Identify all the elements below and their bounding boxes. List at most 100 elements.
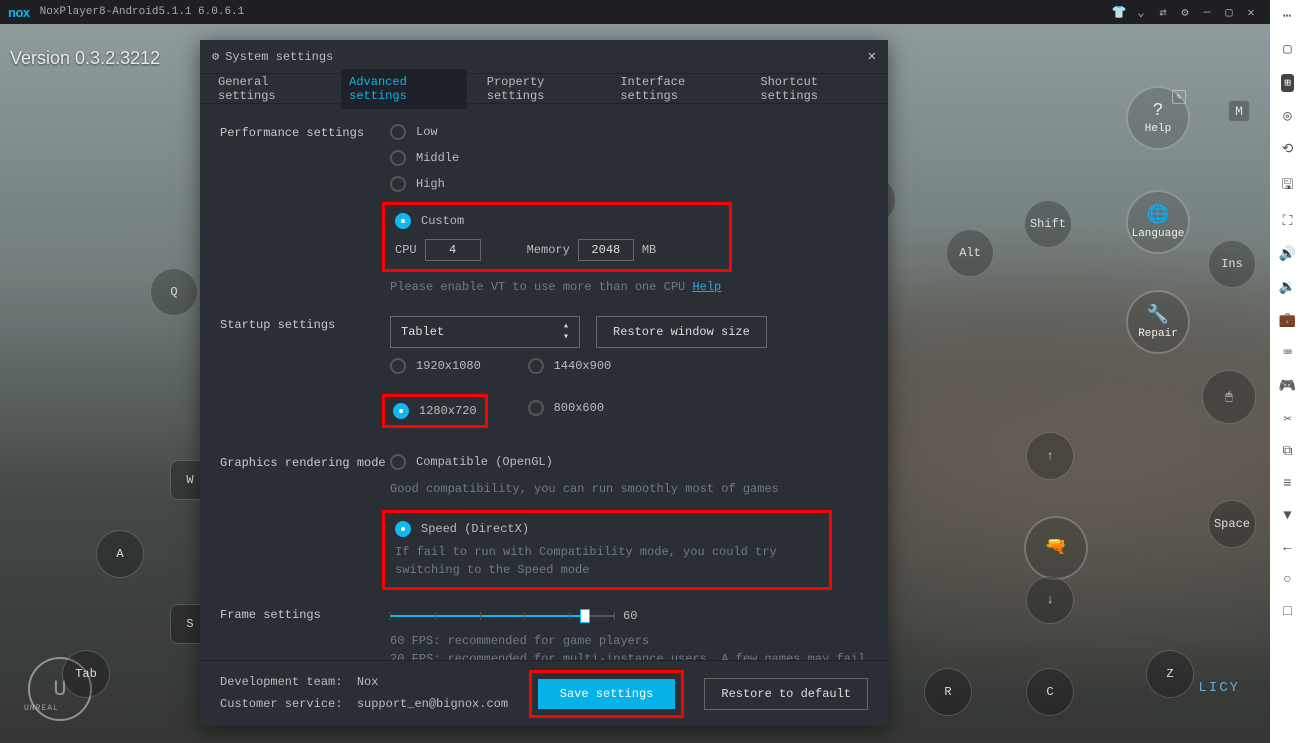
key-m[interactable]: M [1228, 100, 1250, 122]
back-icon[interactable]: ← [1283, 540, 1291, 556]
more-icon[interactable]: ⋯ [1283, 8, 1292, 25]
res-800x600-radio[interactable]: 800x600 [528, 400, 612, 416]
volume-up-icon[interactable]: 🔊 [1279, 246, 1296, 263]
memory-input[interactable] [578, 239, 634, 261]
perf-high-radio[interactable]: High [390, 176, 868, 192]
volume-down-icon[interactable]: 🔉 [1279, 279, 1296, 296]
down-icon[interactable]: ▼ [1283, 508, 1291, 524]
settings-dialog: ⚙ System settings ✕ General settings Adv… [200, 40, 888, 726]
cpu-input[interactable] [425, 239, 481, 261]
key-q[interactable]: Q [150, 268, 198, 316]
res-1440x900-radio[interactable]: 1440x900 [528, 358, 612, 374]
maximize-icon[interactable]: ▢ [1218, 5, 1240, 20]
restore-window-button[interactable]: Restore window size [596, 316, 767, 348]
tab-general[interactable]: General settings [214, 69, 325, 109]
dev-team-label: Development team: [220, 675, 342, 689]
scissors-icon[interactable]: ✂ [1283, 411, 1291, 428]
titlebar-text: NoxPlayer8-Android5.1.1 6.0.6.1 [40, 6, 245, 18]
key-alt[interactable]: Alt [946, 229, 994, 277]
dialog-footer: Development team: Nox Customer service: … [200, 660, 888, 726]
key-r[interactable]: R [924, 668, 972, 716]
repair-button[interactable]: 🔧Repair [1126, 290, 1190, 354]
fps-value: 60 [623, 609, 637, 623]
arrow-down-icon[interactable]: ↓ [1026, 576, 1074, 624]
tab-advanced[interactable]: Advanced settings [341, 69, 467, 109]
res-1280x720-radio[interactable]: 1280x720 [393, 403, 477, 419]
key-space[interactable]: Space [1208, 500, 1256, 548]
customer-service-label: Customer service: [220, 697, 342, 711]
highlight-directx: Speed (DirectX) If fail to run with Comp… [382, 510, 832, 590]
menu-icon[interactable]: ≡ [1283, 476, 1291, 492]
save-icon[interactable]: 🖫 [1282, 174, 1294, 198]
game-version: Version 0.3.2.3212 [10, 48, 160, 69]
keyboard-icon[interactable]: ⌨ [1283, 345, 1291, 362]
globe-icon: 🌐 [1147, 204, 1169, 226]
fullscreen-icon[interactable]: ⛶ [1283, 214, 1293, 230]
memory-unit: MB [642, 243, 656, 257]
share-icon[interactable]: ⇄ [1152, 5, 1174, 20]
help-button[interactable]: ?Help✎ [1126, 86, 1190, 150]
minimize-icon[interactable]: — [1196, 5, 1218, 19]
highlight-save: Save settings [529, 670, 685, 718]
res-1920x1080-radio[interactable]: 1920x1080 [390, 358, 488, 374]
device-icon[interactable]: ▢ [1283, 41, 1291, 58]
tab-interface[interactable]: Interface settings [616, 69, 740, 109]
gear-icon: ⚙ [212, 49, 219, 64]
customer-service-value: support_en@bignox.com [357, 697, 508, 711]
tab-shortcut[interactable]: Shortcut settings [756, 69, 874, 109]
key-z[interactable]: Z [1146, 650, 1194, 698]
dialog-close-button[interactable]: ✕ [868, 48, 876, 65]
key-shift[interactable]: Shift [1024, 200, 1072, 248]
save-settings-button[interactable]: Save settings [538, 679, 676, 709]
key-tab[interactable]: Tab [62, 650, 110, 698]
shirt-icon[interactable]: 👕 [1108, 5, 1130, 20]
highlight-custom: Custom CPU Memory MB [382, 202, 732, 272]
license-link[interactable]: LICY [1198, 680, 1240, 696]
fps-slider[interactable] [390, 606, 615, 626]
key-c[interactable]: C [1026, 668, 1074, 716]
select-chevron-icon: ▴▾ [563, 322, 569, 343]
perf-middle-radio[interactable]: Middle [390, 150, 868, 166]
arrow-up-icon[interactable]: ↑ [1026, 432, 1074, 480]
titlebar: nox NoxPlayer8-Android5.1.1 6.0.6.1 👕 ⌄ … [0, 0, 1270, 24]
key-a[interactable]: A [96, 530, 144, 578]
key-ins[interactable]: Ins [1208, 240, 1256, 288]
perf-custom-radio[interactable]: Custom [395, 213, 719, 229]
frame-label: Frame settings [220, 606, 390, 622]
gamepad-icon[interactable]: 🎮 [1279, 378, 1296, 395]
dev-team-value: Nox [357, 675, 379, 689]
wrench-icon: 🔧 [1147, 304, 1169, 326]
copy-icon[interactable]: ⧉ [1283, 444, 1293, 460]
gear-icon[interactable]: ⚙ [1174, 5, 1196, 20]
perf-low-radio[interactable]: Low [390, 124, 868, 140]
apps-icon[interactable]: ⊞ [1281, 74, 1294, 92]
fps-desc: 60 FPS: recommended for game players 20 … [390, 632, 868, 660]
edit-icon[interactable]: ✎ [1172, 90, 1186, 104]
tab-property[interactable]: Property settings [483, 69, 601, 109]
cpu-label: CPU [395, 243, 417, 257]
fire-button[interactable]: 🔫 [1024, 516, 1088, 580]
help-link[interactable]: Help [692, 280, 721, 294]
restore-default-button[interactable]: Restore to default [704, 678, 868, 710]
mouse-icon-button[interactable]: 🖱 [1202, 370, 1256, 424]
opengl-desc: Good compatibility, you can run smoothly… [390, 480, 868, 498]
startup-select[interactable]: Tablet ▴▾ [390, 316, 580, 348]
gun-icon: 🔫 [1045, 536, 1067, 558]
briefcase-icon[interactable]: 💼 [1279, 312, 1296, 329]
graphics-opengl-radio[interactable]: Compatible (OpenGL) [390, 454, 868, 470]
home-icon[interactable]: ○ [1283, 572, 1291, 588]
directx-desc: If fail to run with Compatibility mode, … [395, 543, 819, 579]
highlight-1280x720: 1280x720 [382, 394, 488, 428]
dialog-title: System settings [225, 50, 333, 64]
vt-hint: Please enable VT to use more than one CP… [390, 280, 868, 294]
recent-icon[interactable]: □ [1283, 604, 1291, 620]
startup-label: Startup settings [220, 316, 390, 332]
graphics-directx-radio[interactable]: Speed (DirectX) [395, 521, 819, 537]
location-icon[interactable]: ◎ [1283, 108, 1291, 125]
language-button[interactable]: 🌐Language [1126, 190, 1190, 254]
chevron-down-icon[interactable]: ⌄ [1130, 5, 1152, 20]
rotate-icon[interactable]: ⟲ [1282, 141, 1294, 158]
close-icon[interactable]: ✕ [1240, 5, 1262, 20]
performance-label: Performance settings [220, 124, 390, 140]
right-sidebar: ⋯ ▢ ⊞ ◎ ⟲ 🖫 ⛶ 🔊 🔉 💼 ⌨ 🎮 ✂ ⧉ ≡ ▼ ← ○ □ [1270, 0, 1305, 743]
